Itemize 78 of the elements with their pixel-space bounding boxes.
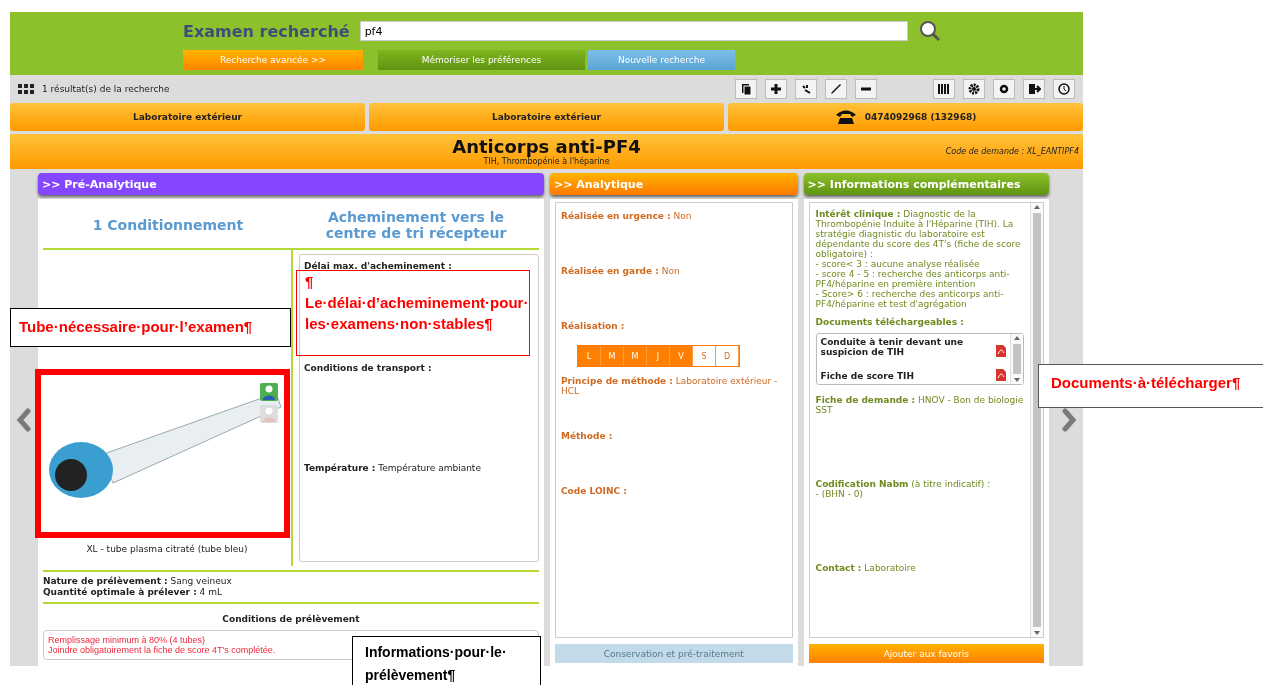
pre-analytique-header: >> Pré-Analytique	[37, 173, 544, 195]
scrollbar[interactable]	[1010, 334, 1024, 384]
day-cell: J	[647, 346, 670, 366]
request-form-text: Fiche de demande : HNOV - Bon de biologie SST	[815, 395, 1025, 417]
chevron-right-icon[interactable]	[1061, 407, 1078, 432]
sample-field: Quantité optimale à prélever : 4 mL	[42, 587, 539, 598]
search-title: Examen recherché	[183, 21, 350, 41]
exit-icon	[1027, 82, 1041, 96]
field-label: Réalisation :	[561, 321, 625, 331]
contact-text: Contact : Laboratoire	[815, 563, 917, 573]
settings-icon	[967, 82, 981, 96]
person-icon[interactable]	[260, 383, 279, 401]
analytique-field: Principe de méthode : Laboratoire extérieur - HCL	[561, 376, 787, 431]
copy-icon	[739, 82, 753, 96]
document-link[interactable]: Conduite à tenir devant une suspicion de TIH	[820, 337, 971, 357]
pencil-icon	[829, 82, 843, 96]
document-link[interactable]: Fiche de score TIH	[820, 371, 971, 381]
lab-bar-text: Laboratoire extérieur	[133, 112, 242, 122]
lab-bar-text: Laboratoire extérieur	[492, 112, 601, 122]
scroll-up-icon[interactable]	[1034, 205, 1041, 209]
conditioning-title: 1 Conditionnement	[42, 202, 293, 250]
phone-icon	[834, 110, 857, 124]
analytique-field: Réalisée en urgence : Non	[561, 211, 787, 266]
chevron-left-icon[interactable]	[15, 407, 32, 432]
toolbar-button[interactable]	[735, 79, 757, 99]
plus-icon	[769, 82, 783, 96]
exam-subtitle: TIH, Thrombopénie à l'héparine	[483, 157, 610, 166]
toolbar-button[interactable]	[993, 79, 1015, 99]
day-cell: L	[578, 346, 601, 366]
analytique-field: Réalisée en garde : Non	[561, 266, 787, 321]
day-cell: M	[601, 346, 624, 366]
search-option-button[interactable]: Mémoriser les préférences	[378, 50, 585, 70]
transport-title: Acheminement vers le centre de tri récepteur	[292, 202, 539, 250]
day-cell: V	[670, 346, 693, 366]
annotation-callout: Tube·nécessaire·pour·l’examen¶	[10, 308, 291, 347]
toolbar-button[interactable]	[963, 79, 985, 99]
conditions-title: Conditions de prélèvement	[221, 614, 361, 624]
analytique-field: Méthode :	[561, 431, 787, 486]
scroll-down-icon[interactable]	[1014, 378, 1021, 382]
pdf-icon[interactable]	[996, 345, 1007, 357]
day-cell: M	[624, 346, 647, 366]
history-icon	[1057, 82, 1071, 96]
toolbar-button[interactable]	[855, 79, 877, 99]
toolbar-button[interactable]	[1023, 79, 1045, 99]
toolbar-button[interactable]	[765, 79, 787, 99]
search-option-button[interactable]: Recherche avancée >>	[183, 50, 363, 70]
analytique-header: >> Analytique	[550, 173, 798, 195]
documents-label: Documents téléchargeables :	[815, 317, 965, 327]
scroll-up-icon[interactable]	[1014, 336, 1021, 340]
results-count: 1 résultat(s) de la recherche	[42, 84, 170, 94]
nabm-text: Codification Nabm (à titre indicatif) : - (BHN - 0)	[815, 479, 992, 501]
informations-header: >> Informations complémentaires	[803, 173, 1050, 195]
lab-bar-text: 0474092968 (132968)	[864, 112, 977, 122]
transport-field: Température : Température ambiante	[303, 463, 481, 473]
toolbar-button[interactable]	[933, 79, 955, 99]
scroll-down-icon[interactable]	[1034, 631, 1041, 635]
toolbar-button[interactable]	[1053, 79, 1075, 99]
annotation-callout: Documents·à·télécharger¶	[1038, 364, 1263, 408]
favorites-button[interactable]: Ajouter aux favoris	[808, 644, 1045, 663]
search-option-button[interactable]: Nouvelle recherche	[588, 50, 735, 70]
request-code: Code de demande : XL_EANTIPF4	[945, 147, 1079, 156]
clinical-interest-text: Intérêt clinique : Diagnostic de la Thrombopénie Induite à l'Héparine (TIH). La stratégie diagnistic du laboratoire est dépendante du score des 4T's (fiche de score obligatoire) : - score< 3 : aucune analyse réalisée - score 4 - 5 : recherche des anticorps anti-PF4/héparine en première intention - Score> 6 : recherche des anticorps anti-PF4/héparine et test d'agrégation	[815, 209, 1022, 309]
toolbar-button[interactable]	[795, 79, 817, 99]
analytique-field: Code LOINC :	[561, 486, 787, 541]
search-field[interactable]: pf4	[359, 21, 908, 41]
transport-field: Conditions de transport :	[303, 363, 432, 373]
small-gear-icon	[997, 82, 1011, 96]
search-icon[interactable]	[917, 19, 942, 43]
annotation-callout: Informations·pour·le·prélèvement¶	[352, 636, 541, 685]
tubes-icon	[937, 82, 951, 96]
pdf-icon[interactable]	[996, 369, 1007, 381]
tube-caption: XL - tube plasma citraté (tube bleu)	[86, 544, 248, 554]
scrollbar[interactable]	[1030, 203, 1044, 637]
sample-field: Nature de prélèvement : Sang veineux	[42, 576, 539, 587]
grid-icon[interactable]	[18, 84, 34, 94]
transport-field: Délai max. d'acheminement :	[303, 261, 452, 271]
annotation-callout: ¶ Le·délai·d’acheminement·pour·les·examens·non·stables¶	[296, 270, 530, 356]
exam-title: Anticorps anti-PF4	[452, 137, 641, 157]
